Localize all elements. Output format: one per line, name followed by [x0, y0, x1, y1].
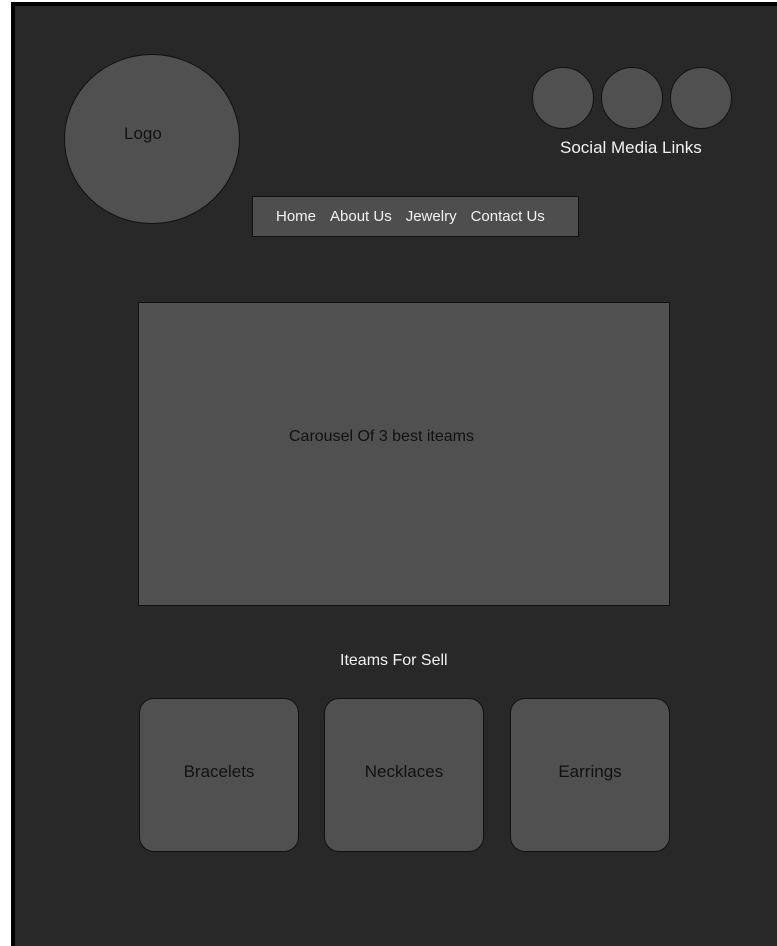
nav-item-about-us[interactable]: About Us	[330, 208, 392, 225]
items-section-title: Iteams For Sell	[340, 652, 448, 669]
social-link-icon-3[interactable]	[670, 67, 732, 129]
category-card-earrings[interactable]: Earrings	[510, 698, 670, 852]
main-nav: Home About Us Jewelry Contact Us	[252, 196, 579, 237]
nav-item-home[interactable]: Home	[276, 208, 316, 225]
category-card-necklaces[interactable]: Necklaces	[324, 698, 484, 852]
social-media-label: Social Media Links	[560, 138, 702, 157]
carousel-label: Carousel Of 3 best iteams	[289, 428, 474, 445]
featured-carousel[interactable]: Carousel Of 3 best iteams	[138, 302, 670, 606]
nav-item-jewelry[interactable]: Jewelry	[406, 208, 457, 225]
category-card-label: Bracelets	[183, 762, 255, 781]
nav-item-contact-us[interactable]: Contact Us	[471, 208, 545, 225]
social-link-icon-1[interactable]	[532, 67, 594, 129]
page-frame: Logo Social Media Links Home About Us Je…	[11, 2, 777, 946]
category-card-label: Earrings	[558, 762, 622, 781]
category-card-label: Necklaces	[364, 762, 444, 781]
logo[interactable]: Logo	[64, 54, 240, 224]
category-card-bracelets[interactable]: Bracelets	[139, 698, 299, 852]
social-link-icon-2[interactable]	[601, 67, 663, 129]
logo-label: Logo	[124, 124, 162, 143]
